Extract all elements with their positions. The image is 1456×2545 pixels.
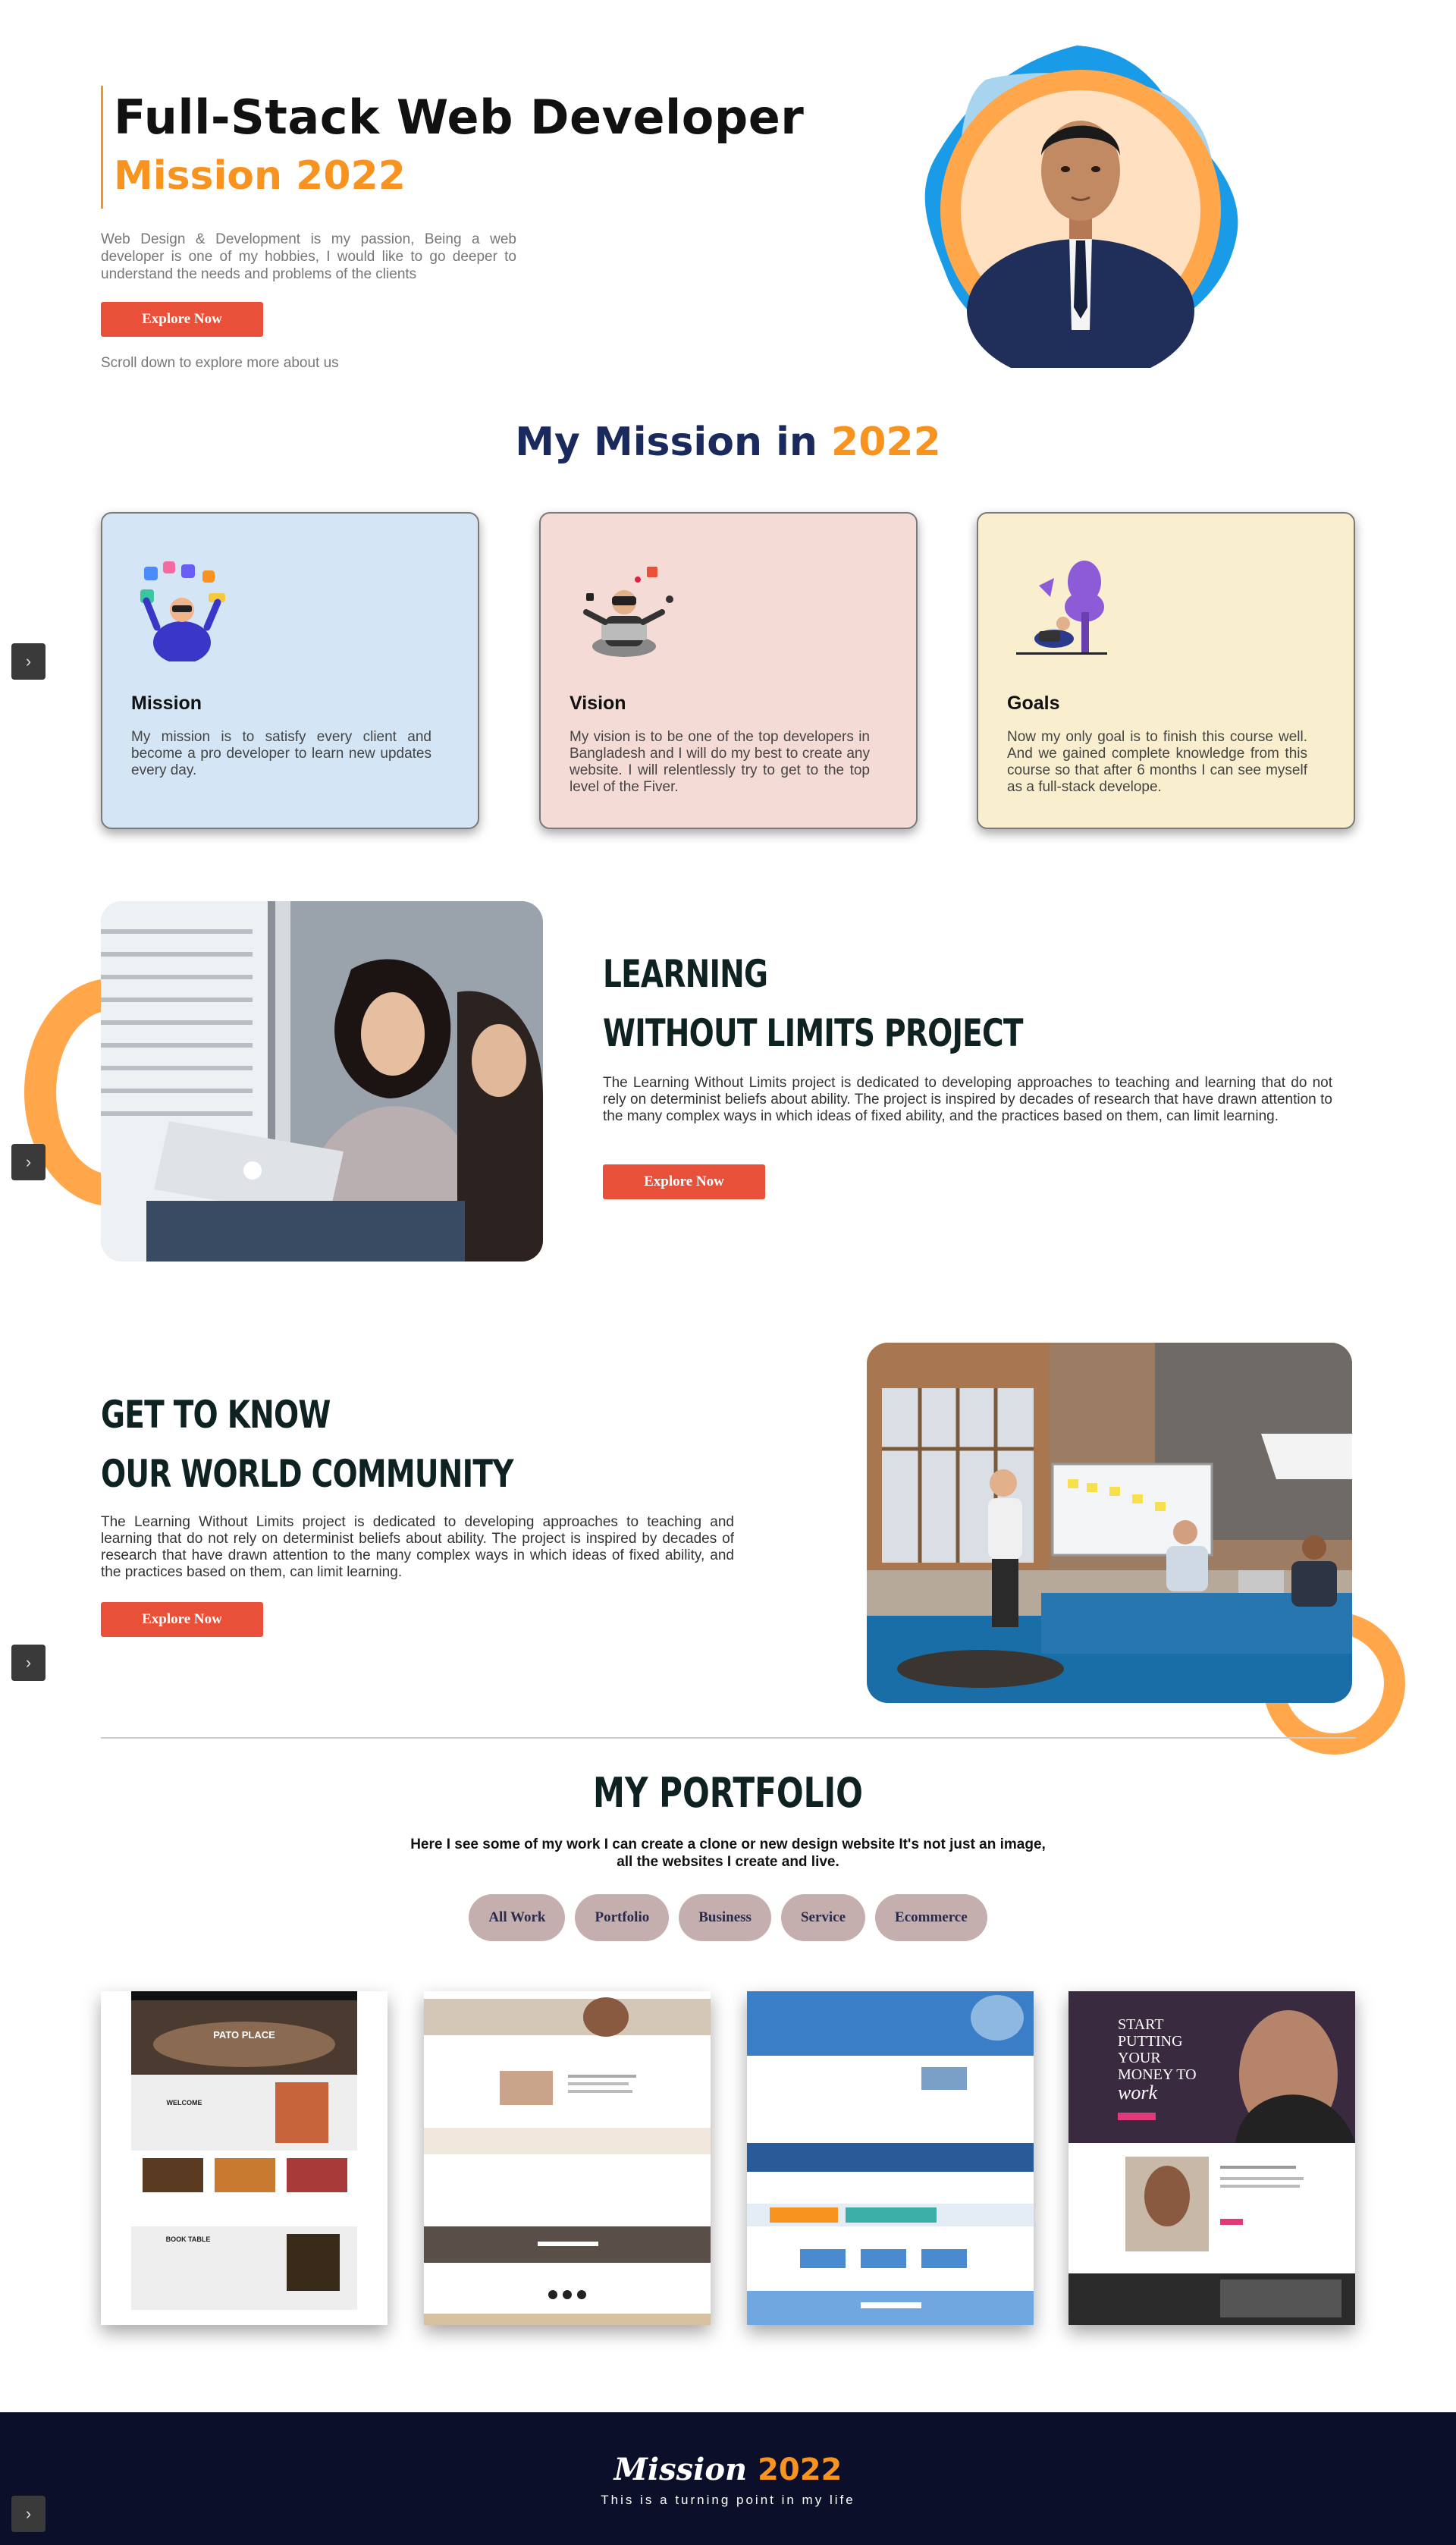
filter-all-work[interactable]: All Work xyxy=(469,1894,566,1941)
community-explore-button[interactable]: Explore Now xyxy=(101,1602,263,1637)
hero-explore-button[interactable]: Explore Now xyxy=(101,302,263,337)
footer-tagline: This is a turning point in my life xyxy=(601,2493,855,2507)
thumb-text: PUTTING xyxy=(1118,2033,1183,2050)
portfolio-item-restaurant[interactable]: PATO PLACE WELCOME BOOK TABLE xyxy=(101,1991,388,2325)
card-text: My mission is to satisfy every client an… xyxy=(131,729,431,778)
tree-reading-illustration-icon xyxy=(1009,555,1115,661)
portfolio-filters: All Work Portfolio Business Service Ecom… xyxy=(0,1894,1456,1941)
page: Full-Stack Web Developer Mission 2022 We… xyxy=(0,0,1456,2545)
card-vision: Vision My vision is to be one of the top… xyxy=(539,512,918,829)
developer-apps-illustration-icon xyxy=(133,555,239,664)
learning-heading: LEARNING WITHOUT LIMITS PROJECT xyxy=(603,952,1023,1055)
thumb-text: work xyxy=(1118,2082,1157,2104)
learning-photo xyxy=(101,901,543,1262)
card-goals: Goals Now my only goal is to finish this… xyxy=(977,512,1355,829)
chevron-right-icon[interactable]: › xyxy=(11,1144,46,1180)
thumb-text: YOUR xyxy=(1118,2050,1161,2066)
thumb-welcome: WELCOME xyxy=(167,2099,202,2107)
thumb-text: MONEY TO xyxy=(1118,2066,1197,2083)
portfolio-item-portfolio-site[interactable] xyxy=(424,1991,711,2325)
chevron-right-icon[interactable]: › xyxy=(11,2496,46,2532)
scroll-hint: Scroll down to explore more about us xyxy=(101,355,339,371)
vr-developer-illustration-icon xyxy=(571,555,677,661)
chevron-right-icon[interactable]: › xyxy=(11,1645,46,1681)
footer-logo: Mission 2022 xyxy=(613,2452,843,2487)
portfolio-description: Here I see some of my work I can create … xyxy=(410,1836,1046,1870)
hero-subtitle: Mission 2022 xyxy=(114,153,406,199)
learning-text: The Learning Without Limits project is d… xyxy=(603,1075,1332,1124)
filter-business[interactable]: Business xyxy=(679,1894,771,1941)
thumb-text: START xyxy=(1118,2016,1164,2033)
hero-title: Full-Stack Web Developer xyxy=(114,90,805,145)
section-divider xyxy=(101,1737,1356,1739)
hero-accent-bar xyxy=(101,86,103,209)
filter-portfolio[interactable]: Portfolio xyxy=(575,1894,670,1941)
card-title: Vision xyxy=(570,693,626,714)
hero-description: Web Design & Development is my passion, … xyxy=(101,231,516,282)
mission-section-title: My Mission in 2022 xyxy=(515,419,941,465)
filter-ecommerce[interactable]: Ecommerce xyxy=(875,1894,987,1941)
community-text: The Learning Without Limits project is d… xyxy=(101,1514,734,1580)
portfolio-title: MY PORTFOLIO xyxy=(593,1769,863,1817)
card-text: Now my only goal is to finish this cours… xyxy=(1007,729,1307,795)
card-text: My vision is to be one of the top develo… xyxy=(570,729,870,795)
community-heading: GET TO KNOW OUR WORLD COMMUNITY xyxy=(101,1393,513,1496)
card-title: Goals xyxy=(1007,693,1060,714)
card-mission: Mission My mission is to satisfy every c… xyxy=(101,512,479,829)
community-photo xyxy=(867,1343,1352,1703)
card-title: Mission xyxy=(131,693,202,714)
thumb-title: PATO PLACE xyxy=(213,2029,275,2041)
chevron-right-icon[interactable]: › xyxy=(11,643,46,680)
profile-avatar xyxy=(914,42,1247,383)
filter-service[interactable]: Service xyxy=(780,1894,866,1941)
portfolio-item-business-site[interactable] xyxy=(747,1991,1034,2325)
thumb-book: BOOK TABLE xyxy=(166,2236,211,2243)
portfolio-item-finance-site[interactable]: START PUTTING YOUR MONEY TO work xyxy=(1068,1991,1355,2325)
learning-explore-button[interactable]: Explore Now xyxy=(603,1164,765,1199)
